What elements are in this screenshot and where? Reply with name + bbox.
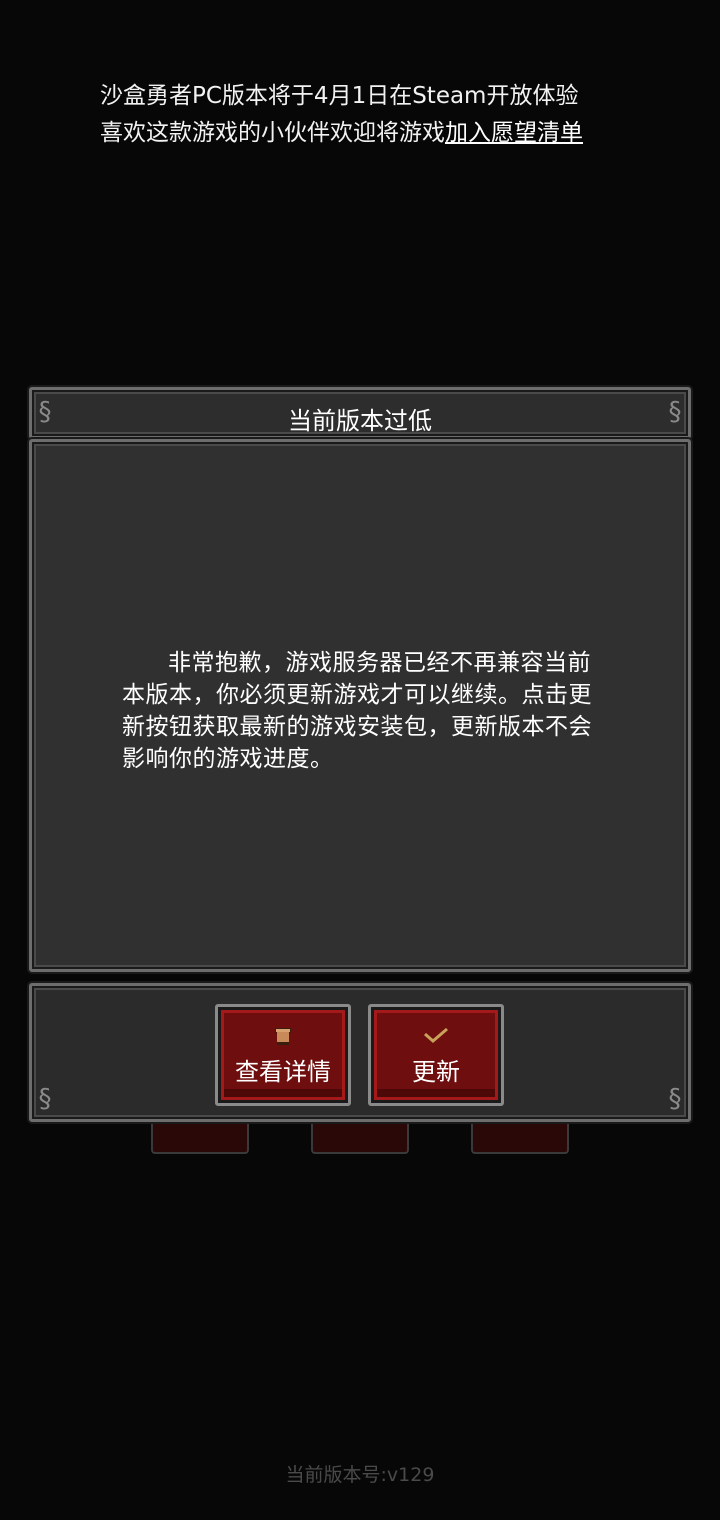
- ornament-icon: §: [668, 1084, 682, 1114]
- scroll-icon: [218, 1027, 348, 1051]
- dialog-button-bar: § §: [29, 983, 691, 1122]
- update-label: 更新: [412, 1058, 460, 1086]
- ornament-icon: §: [38, 1084, 52, 1114]
- dialog-body: 非常抱歉，游戏服务器已经不再兼容当前本版本，你必须更新游戏才可以继续。点击更新按…: [29, 439, 691, 972]
- dialog-title: 当前版本过低: [288, 407, 432, 435]
- announcement: 沙盒勇者PC版本将于4月1日在Steam开放体验 喜欢这款游戏的小伙伴欢迎将游戏…: [100, 78, 660, 152]
- view-details-label: 查看详情: [235, 1058, 331, 1086]
- wishlist-link[interactable]: 加入愿望清单: [445, 120, 583, 146]
- announcement-line-2: 喜欢这款游戏的小伙伴欢迎将游戏加入愿望清单: [100, 115, 660, 152]
- checkmark-icon: [371, 1027, 501, 1051]
- announcement-line-2-text: 喜欢这款游戏的小伙伴欢迎将游戏: [100, 120, 445, 146]
- update-button[interactable]: 更新: [368, 1004, 504, 1106]
- version-number: 当前版本号:v129: [285, 1464, 435, 1486]
- dialog-message: 非常抱歉，游戏服务器已经不再兼容当前本版本，你必须更新游戏才可以继续。点击更新按…: [122, 650, 592, 772]
- dialog-title-bar: § § 当前版本过低: [29, 387, 691, 439]
- announcement-line-1: 沙盒勇者PC版本将于4月1日在Steam开放体验: [100, 83, 579, 109]
- view-details-button[interactable]: 查看详情: [215, 1004, 351, 1106]
